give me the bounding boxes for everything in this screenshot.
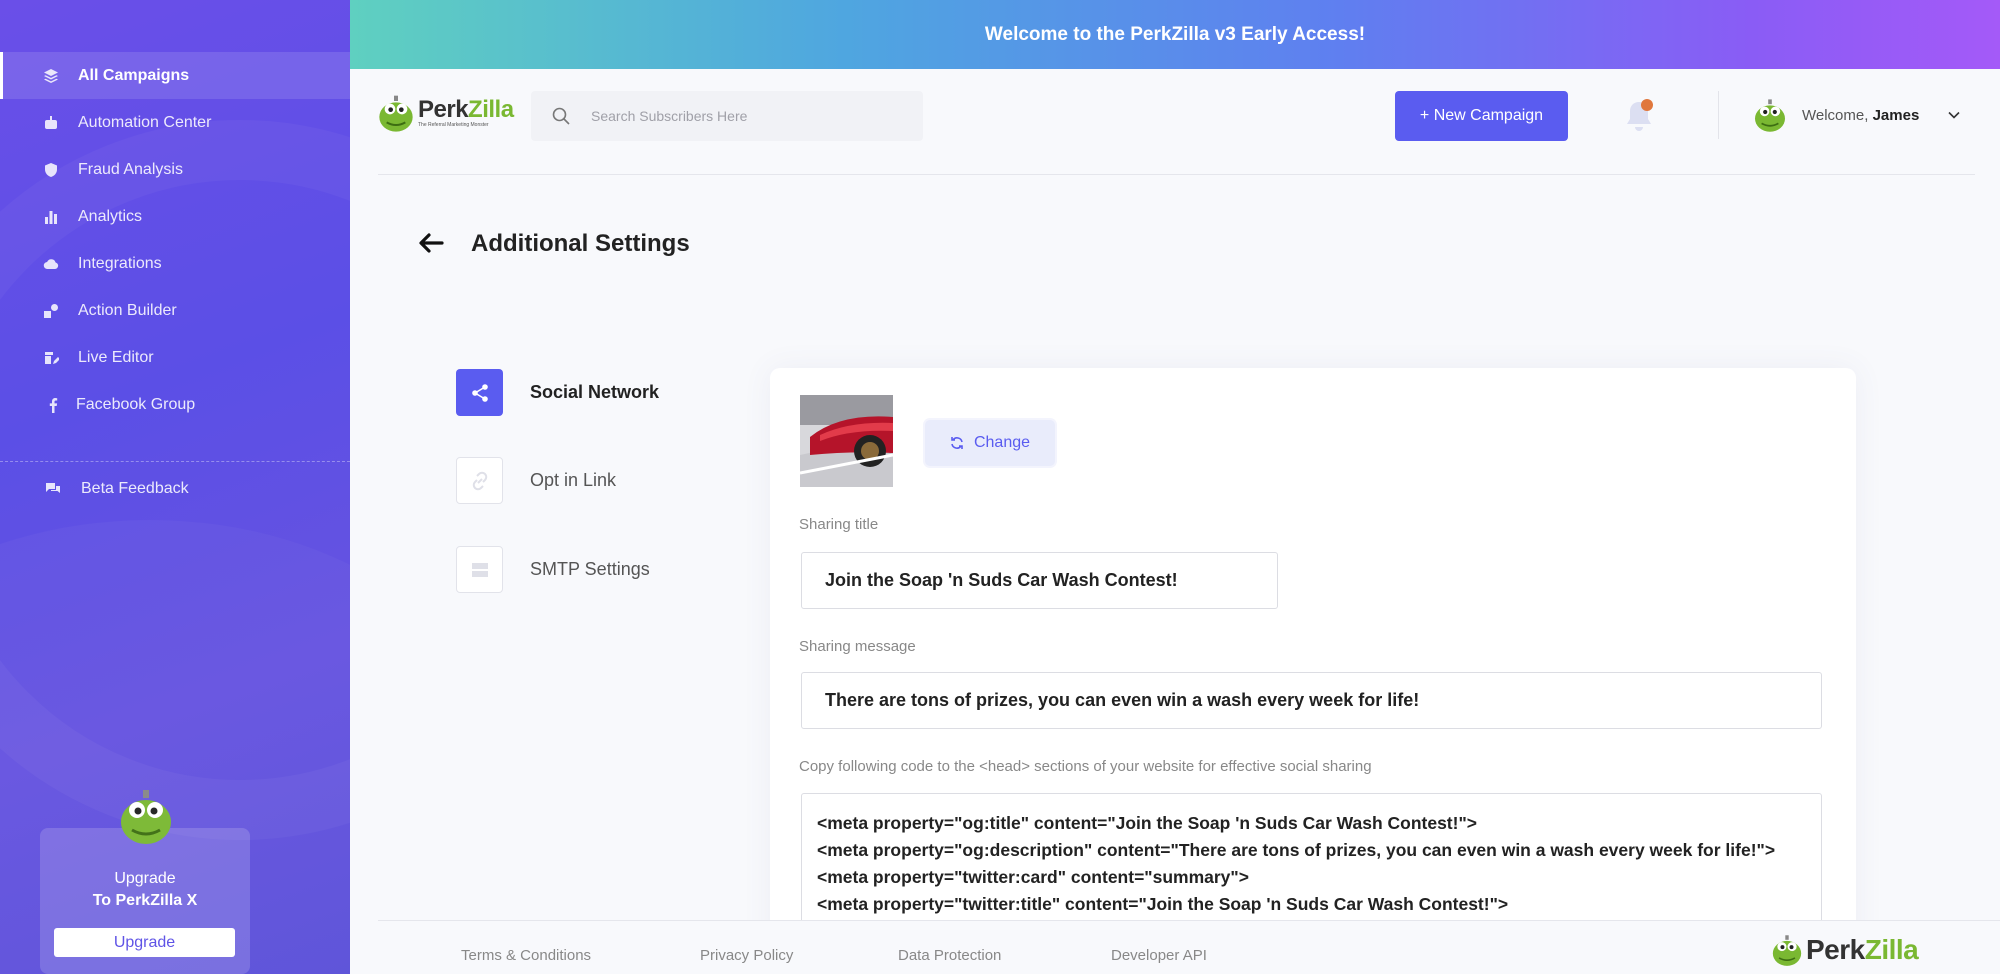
tab-label: Social Network — [530, 382, 660, 402]
sidebar-item-label: Fraud Analysis — [78, 160, 183, 178]
server-icon — [456, 546, 503, 593]
sidebar-item-all-campaigns[interactable]: All Campaigns — [0, 52, 350, 99]
sharing-message-input[interactable]: There are tons of prizes, you can even w… — [801, 672, 1822, 729]
search-input[interactable] — [591, 108, 891, 124]
header-divider — [1718, 91, 1719, 139]
code-line: <meta property="og:description" content=… — [817, 840, 1776, 860]
upgrade-button[interactable]: Upgrade — [54, 928, 235, 957]
sharing-message-label: Sharing message — [799, 638, 916, 655]
robot-icon — [42, 114, 60, 132]
logo-text-perk: Perk — [1806, 934, 1865, 965]
user-name: James — [1872, 106, 1920, 124]
logo-text-zilla: Zilla — [468, 96, 514, 123]
sidebar-divider — [0, 461, 350, 462]
footer-link-terms[interactable]: Terms & Conditions — [461, 947, 591, 964]
mascot-icon — [379, 95, 413, 132]
sharing-title-input[interactable]: Join the Soap 'n Suds Car Wash Contest! — [801, 552, 1278, 609]
footer-link-data-protection[interactable]: Data Protection — [898, 947, 1001, 964]
sidebar-nav: All Campaigns Automation Center Fraud An… — [0, 52, 350, 428]
refresh-icon — [951, 437, 963, 449]
sharing-image-thumbnail — [800, 395, 893, 487]
sidebar-item-label: Facebook Group — [76, 395, 196, 413]
change-label: Change — [973, 434, 1031, 451]
sidebar-item-label: All Campaigns — [78, 66, 190, 84]
sidebar: All Campaigns Automation Center Fraud An… — [0, 0, 350, 974]
tab-smtp-settings[interactable]: SMTP Settings — [456, 546, 650, 593]
user-menu[interactable]: Welcome, James — [1752, 91, 1961, 139]
tab-opt-in-link[interactable]: Opt in Link — [456, 457, 616, 504]
sidebar-item-automation-center[interactable]: Automation Center — [0, 99, 350, 146]
bar-chart-icon — [42, 208, 60, 226]
logo-text-zilla: Zilla — [1864, 934, 1919, 965]
tab-label: SMTP Settings — [530, 559, 650, 579]
back-arrow-icon[interactable] — [416, 228, 446, 258]
upgrade-card: Upgrade To PerkZilla X Upgrade — [40, 790, 250, 974]
sharing-title-label: Sharing title — [799, 516, 879, 533]
sidebar-item-label: Integrations — [78, 254, 162, 272]
sidebar-item-integrations[interactable]: Integrations — [0, 240, 350, 287]
sidebar-item-action-builder[interactable]: Action Builder — [0, 287, 350, 334]
edit-icon — [42, 349, 60, 367]
sidebar-item-label: Analytics — [78, 207, 143, 225]
tab-social-network[interactable]: Social Network — [456, 369, 659, 416]
code-instructions-label: Copy following code to the <head> sectio… — [799, 758, 1372, 775]
share-icon — [456, 369, 503, 416]
mascot-icon — [121, 790, 171, 844]
link-icon — [456, 457, 503, 504]
shield-icon — [42, 161, 60, 179]
facebook-icon — [44, 396, 62, 414]
perkzilla-logo[interactable]: PerkZilla The Referral Marketing Monster — [376, 91, 514, 135]
footer: Terms & Conditions Privacy Policy Data P… — [378, 920, 2000, 974]
notifications-button[interactable] — [1623, 99, 1655, 135]
cloud-icon — [42, 255, 60, 273]
footer-link-developer-api[interactable]: Developer API — [1111, 947, 1207, 964]
announcement-banner: Welcome to the PerkZilla v3 Early Access… — [350, 0, 2000, 69]
chevron-down-icon — [1948, 111, 1960, 119]
logo-text-perk: Perk — [418, 96, 469, 123]
header-separator — [378, 174, 1975, 175]
footer-link-privacy[interactable]: Privacy Policy — [700, 947, 793, 964]
sidebar-item-label: Action Builder — [78, 301, 177, 319]
upgrade-line2: To PerkZilla X — [92, 892, 198, 909]
search-icon — [552, 107, 570, 125]
sidebar-item-analytics[interactable]: Analytics — [0, 193, 350, 240]
sidebar-item-label: Automation Center — [78, 113, 212, 131]
code-line: <meta property="twitter:title" content="… — [817, 894, 1509, 914]
sidebar-item-label: Beta Feedback — [81, 479, 189, 497]
upgrade-line1: Upgrade — [114, 870, 176, 887]
page-title: Additional Settings — [471, 230, 690, 257]
avatar — [1755, 99, 1785, 132]
notification-badge — [1641, 99, 1653, 111]
layers-icon — [42, 67, 60, 85]
welcome-text: Welcome, James — [1802, 107, 1919, 124]
change-image-button[interactable]: Change — [925, 420, 1055, 466]
comments-icon — [44, 480, 62, 498]
code-line: <meta property="twitter:card" content="s… — [817, 867, 1249, 887]
search-bar — [531, 91, 923, 141]
tab-label: Opt in Link — [530, 470, 617, 490]
sidebar-item-label: Live Editor — [78, 348, 154, 366]
welcome-prefix: Welcome, — [1802, 106, 1869, 124]
sidebar-item-facebook-group[interactable]: Facebook Group — [0, 381, 350, 428]
code-line: <meta property="og:title" content="Join … — [817, 813, 1477, 833]
mascot-icon — [1772, 935, 1802, 966]
shapes-icon — [42, 302, 60, 320]
social-network-settings-card: Change Sharing title Join the Soap 'n Su… — [770, 368, 1856, 974]
top-header: PerkZilla The Referral Marketing Monster… — [350, 69, 2000, 175]
sidebar-item-fraud-analysis[interactable]: Fraud Analysis — [0, 146, 350, 193]
new-campaign-button[interactable]: + New Campaign — [1395, 91, 1568, 141]
footer-logo: PerkZilla — [1770, 931, 1919, 969]
sidebar-item-live-editor[interactable]: Live Editor — [0, 334, 350, 381]
sidebar-item-beta-feedback[interactable]: Beta Feedback — [0, 465, 350, 512]
